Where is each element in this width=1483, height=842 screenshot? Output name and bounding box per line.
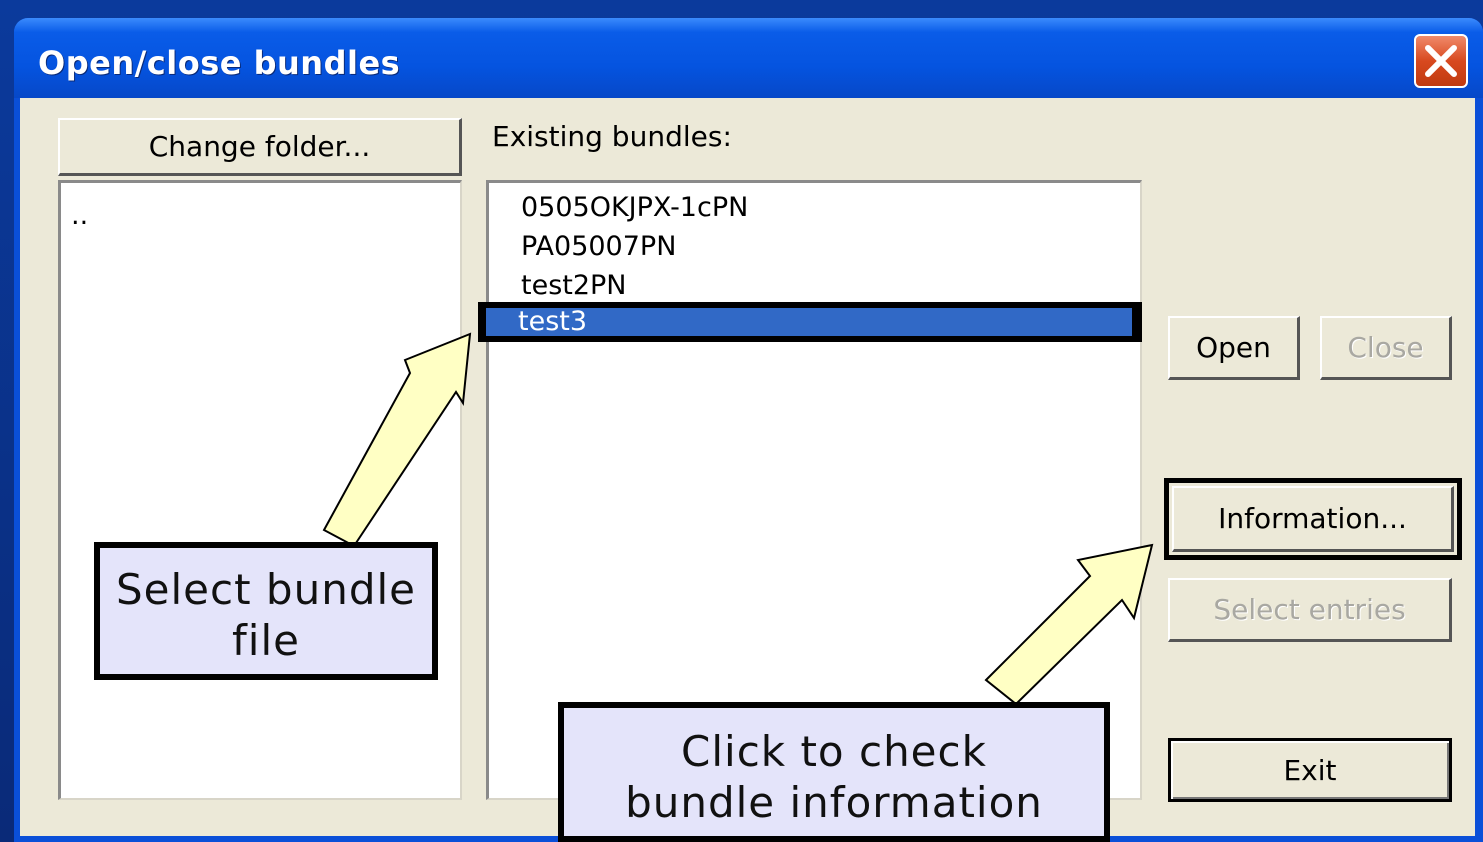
arrow-to-bundle-list [322, 332, 472, 548]
callout-check-info: Click to check bundle information [558, 702, 1110, 842]
callout-select-bundle: Select bundle file [94, 542, 438, 680]
arrow-to-information-button [984, 543, 1154, 706]
